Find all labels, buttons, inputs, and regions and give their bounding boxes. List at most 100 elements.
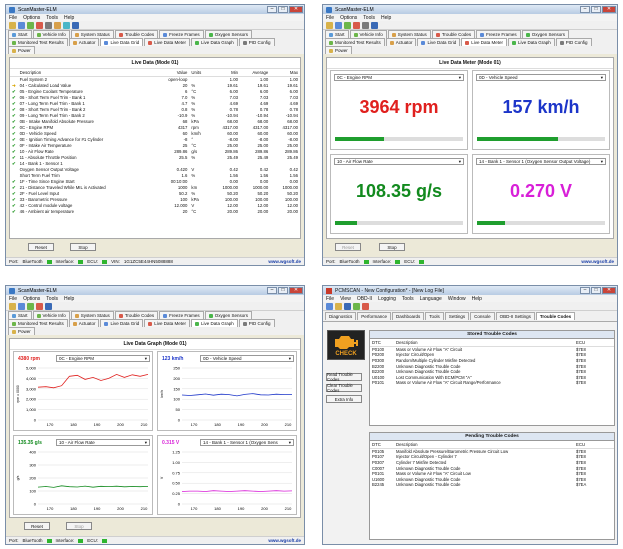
menu-options[interactable]: Options: [23, 15, 40, 21]
tab-monitored-test-results[interactable]: Monitored Test Results: [8, 319, 68, 327]
tab-start[interactable]: Start: [8, 311, 32, 319]
tab-freeze-frames[interactable]: Freeze Frames: [159, 30, 204, 38]
menu-file[interactable]: File: [9, 296, 17, 302]
stop-button[interactable]: Stop: [379, 243, 405, 251]
help-icon[interactable]: [45, 303, 52, 310]
tab-console[interactable]: Console: [470, 312, 495, 320]
tool-icon[interactable]: [335, 22, 342, 29]
tool-icon[interactable]: [27, 22, 34, 29]
menu-obd-ii[interactable]: OBD-II: [357, 296, 372, 302]
tab-vehicle-info[interactable]: Vehicle Info: [32, 311, 70, 319]
tab-system-status[interactable]: System Status: [387, 30, 431, 38]
tab-system-status[interactable]: System Status: [70, 30, 114, 38]
tab-power[interactable]: Power: [325, 46, 352, 54]
menu-options[interactable]: Options: [340, 15, 357, 21]
menu-logging[interactable]: Logging: [378, 296, 396, 302]
tab-live-data-meter[interactable]: Live Data Meter: [144, 38, 190, 46]
tool-icon[interactable]: [9, 22, 16, 29]
tab-vehicle-info[interactable]: Vehicle Info: [349, 30, 387, 38]
pid-select[interactable]: 10 - Air Flow Rate ▾: [334, 158, 464, 165]
menu-tools[interactable]: Tools: [46, 296, 58, 302]
tab-live-data-grid[interactable]: Live Data Grid: [417, 38, 461, 46]
tab-live-data-meter[interactable]: Live Data Meter: [461, 38, 507, 46]
tab-tools[interactable]: Tools: [425, 312, 444, 320]
pid-select[interactable]: 0D - Vehicle Speed ▾: [476, 74, 606, 81]
tool-icon[interactable]: [353, 22, 360, 29]
tab-live-data-grid[interactable]: Live Data Grid: [100, 319, 144, 327]
tab-monitored-test-results[interactable]: Monitored Test Results: [325, 38, 385, 46]
tab-monitored-test-results[interactable]: Monitored Test Results: [8, 38, 68, 46]
dtc-row[interactable]: P0101 Mass or Volume Air Flow "A" Circuit…: [370, 380, 614, 386]
menu-file[interactable]: File: [326, 296, 334, 302]
connect-icon[interactable]: [353, 303, 360, 310]
clear-trouble-codes-button[interactable]: Clear Trouble Codes: [326, 383, 362, 393]
tool-icon[interactable]: [54, 22, 61, 29]
tab-pid-config[interactable]: PID Config: [238, 38, 275, 46]
pid-select[interactable]: 14 - Bank 1 - Sensor 1 (Oxygen Sensor Ou…: [476, 158, 606, 165]
stop-button[interactable]: Stop: [70, 243, 96, 251]
menu-file[interactable]: File: [9, 15, 17, 21]
maximize-button[interactable]: □: [278, 6, 288, 13]
tab-obd-ii-settings[interactable]: OBD-II Settings: [495, 312, 535, 320]
reset-button[interactable]: Reset: [24, 522, 50, 530]
dtc-row[interactable]: P0105 Manifold Absolute Pressure/Barometr…: [370, 449, 614, 455]
close-button[interactable]: ✕: [602, 6, 616, 13]
tab-oxygen-sensors[interactable]: Oxygen Sensors: [204, 311, 252, 319]
tab-actuator[interactable]: Actuator: [385, 38, 417, 46]
new-icon[interactable]: [326, 303, 333, 310]
tab-pid-config[interactable]: PID Config: [555, 38, 592, 46]
tool-icon[interactable]: [63, 22, 70, 29]
minimize-button[interactable]: –: [580, 287, 590, 294]
menu-help[interactable]: Help: [64, 296, 74, 302]
dtc-row[interactable]: B2245 Unknown Diagnostic Trouble Code $7EA: [370, 482, 614, 488]
close-button[interactable]: ✕: [289, 287, 303, 294]
disconnect-icon[interactable]: [362, 303, 369, 310]
maximize-button[interactable]: □: [278, 287, 288, 294]
tab-live-data-graph[interactable]: Live Data Graph: [191, 38, 238, 46]
menu-file[interactable]: File: [326, 15, 334, 21]
tab-actuator[interactable]: Actuator: [68, 38, 100, 46]
close-button[interactable]: ✕: [602, 287, 616, 294]
menu-tools[interactable]: Tools: [46, 15, 58, 21]
maximize-button[interactable]: □: [591, 287, 601, 294]
tool-icon[interactable]: [344, 22, 351, 29]
open-icon[interactable]: [335, 303, 342, 310]
reset-button[interactable]: Reset: [335, 243, 361, 251]
minimize-button[interactable]: –: [267, 287, 277, 294]
tool-icon[interactable]: [326, 22, 333, 29]
menu-tools[interactable]: Tools: [402, 296, 414, 302]
menu-help[interactable]: Help: [381, 15, 391, 21]
menu-view[interactable]: View: [340, 296, 351, 302]
tool-icon[interactable]: [36, 22, 43, 29]
tab-freeze-frames[interactable]: Freeze Frames: [476, 30, 521, 38]
maximize-button[interactable]: □: [591, 6, 601, 13]
tool-icon[interactable]: [362, 22, 369, 29]
tool-icon[interactable]: [18, 22, 25, 29]
tab-live-data-graph[interactable]: Live Data Graph: [191, 319, 238, 327]
menu-options[interactable]: Options: [23, 296, 40, 302]
website-link[interactable]: www.wgsoft.de: [268, 538, 301, 543]
tab-pid-config[interactable]: PID Config: [238, 319, 275, 327]
website-link[interactable]: www.wgsoft.de: [268, 259, 301, 264]
close-button[interactable]: ✕: [289, 6, 303, 13]
tab-freeze-frames[interactable]: Freeze Frames: [159, 311, 204, 319]
tab-actuator[interactable]: Actuator: [68, 319, 100, 327]
tab-live-data-meter[interactable]: Live Data Meter: [144, 319, 190, 327]
tab-oxygen-sensors[interactable]: Oxygen Sensors: [204, 30, 252, 38]
tab-power[interactable]: Power: [8, 46, 35, 54]
help-icon[interactable]: [371, 22, 378, 29]
tool-icon[interactable]: [27, 303, 34, 310]
tool-icon[interactable]: [18, 303, 25, 310]
menu-window[interactable]: Window: [448, 296, 466, 302]
tab-trouble-codes[interactable]: Trouble Codes: [431, 30, 476, 38]
tab-system-status[interactable]: System Status: [70, 311, 114, 319]
tab-start[interactable]: Start: [325, 30, 349, 38]
tab-diagnostics[interactable]: Diagnostics: [325, 312, 357, 320]
tab-performance[interactable]: Performance: [357, 312, 392, 320]
tab-settings[interactable]: Settings: [444, 312, 470, 320]
tab-power[interactable]: Power: [8, 327, 35, 335]
reset-button[interactable]: Reset: [28, 243, 54, 251]
extra-info-button[interactable]: Extra Info: [326, 395, 362, 403]
menu-help[interactable]: Help: [64, 15, 74, 21]
tab-trouble-codes[interactable]: Trouble Codes: [114, 30, 159, 38]
